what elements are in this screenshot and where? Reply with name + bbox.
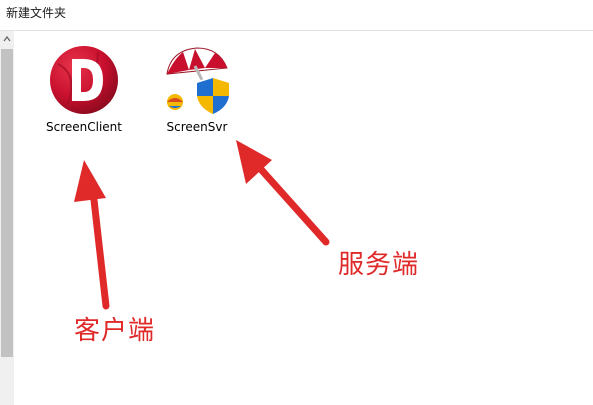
beach-umbrella-shield-icon	[166, 47, 231, 116]
scroll-up-button[interactable]	[0, 31, 14, 47]
client-annotation: 客户端	[74, 316, 156, 346]
scroll-thumb[interactable]	[1, 49, 13, 357]
client-arrow	[74, 160, 110, 310]
file-name: ScreenSvr	[166, 120, 228, 134]
explorer-window: 新建文件夹 ScreenClient ScreenSvr 客户端 服务端	[0, 0, 593, 405]
file-name: ScreenClient	[46, 120, 122, 134]
server-annotation: 服务端	[338, 250, 420, 280]
file-item-screensvr[interactable]: ScreenSvr	[147, 44, 247, 134]
folder-title: 新建文件夹	[6, 6, 67, 20]
chevron-up-icon	[3, 36, 11, 42]
server-arrow	[236, 140, 330, 246]
file-item-screenclient[interactable]: ScreenClient	[34, 44, 134, 134]
red-d-app-icon	[50, 46, 118, 114]
vertical-scrollbar[interactable]	[0, 31, 14, 405]
title-bar: 新建文件夹	[0, 0, 593, 31]
